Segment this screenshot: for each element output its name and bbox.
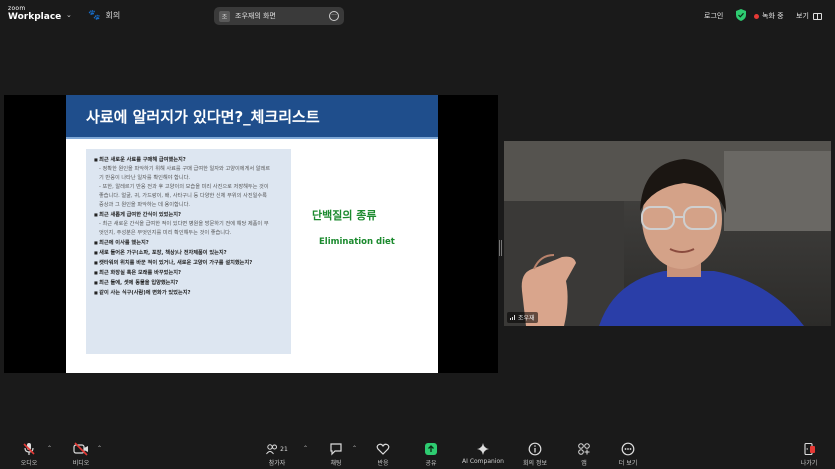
- shared-screen: 사료에 알러지가 있다면?_체크리스트 ■ 최근 새로운 사료를 구매해 급여했…: [4, 95, 498, 373]
- sparkle-icon: [477, 443, 489, 455]
- checklist-item-text: 최근 화장실 혹은 모래를 바꾸었는지?: [99, 270, 181, 276]
- share-label: 공유: [425, 460, 437, 467]
- chevron-down-icon[interactable]: ⌄: [66, 11, 72, 19]
- checklist-item: ■ 캣타워의 위치를 바꾼 적이 있거나, 새로운 고양이 가구를 설치했는지?: [94, 258, 285, 268]
- checklist-item-text: 최근 새롭게 급여한 간식이 있었는지?: [99, 212, 181, 218]
- view-label: 보기: [796, 12, 809, 20]
- checklist-item: ■ 최근 화장실 혹은 모래를 바꾸었는지?: [94, 268, 285, 278]
- meeting-tab-label: 회의: [105, 11, 121, 20]
- view-button[interactable]: 보기: [796, 11, 822, 21]
- login-button[interactable]: 로그인: [704, 11, 723, 21]
- participants-count: 21: [280, 445, 288, 453]
- apps-grid-icon: [578, 443, 590, 455]
- checklist-item: ■ 같이 사는 식구(사람)에 변화가 있었는지?: [94, 288, 285, 298]
- video-off-icon: [73, 442, 88, 456]
- chat-chevron-icon[interactable]: ⌃: [352, 445, 357, 452]
- participant-video-image: [504, 141, 831, 326]
- info-icon: [528, 442, 542, 456]
- microphone-muted-icon: [23, 443, 35, 455]
- checklist-item: 엇인지, 주성분은 무엇인지를 미리 확인해두는 것이 좋습니다.: [99, 230, 232, 236]
- chat-icon: [330, 443, 342, 456]
- record-dot-icon: [754, 13, 759, 19]
- checklist-item-text: 같이 사는 식구(사람)에 변화가 있었는지?: [99, 290, 191, 296]
- protein-types-title: 단백질의 종류: [312, 209, 377, 222]
- screen-share-indicator[interactable]: 조 조우재의 화면 ···: [214, 7, 344, 25]
- share-button[interactable]: 공유: [418, 442, 444, 467]
- checklist-item-text: 최근 새로운 사료를 구매해 급여했는지?: [99, 157, 186, 163]
- audio-options-chevron-icon[interactable]: ⌃: [47, 445, 52, 452]
- checklist-item: 증상과 그 원인을 파악하는 데 용이합니다.: [99, 202, 191, 208]
- people-icon: [266, 444, 278, 455]
- sharer-avatar: 조: [219, 10, 230, 22]
- leave-label: 나가기: [800, 460, 818, 467]
- video-label: 비디오: [72, 460, 90, 467]
- share-title: 조우재의 화면: [235, 12, 276, 20]
- apps-label: 앱: [581, 460, 587, 467]
- more-button[interactable]: 더 보기: [614, 442, 642, 467]
- participants-label: 참가자: [268, 460, 286, 467]
- checklist-item: ■ 최근 들에, 셋에 동물을 입양했는지?: [94, 278, 285, 288]
- share-screen-icon: [425, 443, 437, 455]
- leave-door-icon: [804, 442, 815, 456]
- elimination-diet-label: Elimination diet: [319, 237, 395, 247]
- audio-label: 오디오: [20, 460, 38, 467]
- checklist-box: ■ 최근 새로운 사료를 구매해 급여했는지? - 정확한 원인을 파악하기 위해…: [86, 149, 291, 354]
- recording-label: 녹화 중: [762, 12, 784, 20]
- meeting-info-button[interactable]: 회의 정보: [520, 442, 550, 467]
- chat-button[interactable]: 채팅: [322, 442, 350, 467]
- signal-icon: [510, 315, 515, 320]
- video-button[interactable]: 비디오: [66, 442, 96, 467]
- participants-button[interactable]: 21 참가자: [262, 442, 292, 467]
- video-options-chevron-icon[interactable]: ⌃: [97, 445, 102, 452]
- meeting-tab[interactable]: 🐾 회의: [88, 10, 120, 21]
- recording-indicator[interactable]: 녹화 중: [754, 11, 784, 21]
- reactions-label: 반응: [377, 460, 389, 467]
- meeting-toolbar: 오디오 ⌃ 비디오 ⌃ 21 참가자 ⌃ 채팅 ⌃ 반응 공유 AI Compa…: [0, 437, 835, 469]
- more-dots-icon: [621, 442, 635, 456]
- checklist-item-text: 최근에 이사를 했는지?: [99, 240, 149, 246]
- audio-button[interactable]: 오디오: [14, 442, 44, 467]
- checklist-item: - 또한, 알레르기 반응 전과 후 고양이의 모습을 미리 사진으로 저장해두…: [99, 184, 269, 190]
- meeting-info-label: 회의 정보: [523, 460, 547, 467]
- slide-divider: [66, 137, 438, 139]
- checklist-item: ■ 새로 들어온 가구(소파, 포장, 책상)나 전자제품이 있는지?: [94, 248, 285, 258]
- more-options-icon[interactable]: ···: [329, 11, 339, 21]
- brand-bottom: Workplace: [8, 12, 62, 22]
- participant-name-tag: 조우재: [507, 312, 538, 323]
- participants-icon: 21: [262, 442, 292, 456]
- apps-button[interactable]: 앱: [574, 442, 594, 467]
- top-bar: zoom Workplace ⌄ 🐾 회의 조 조우재의 화면 ··· 로그인 …: [0, 0, 835, 32]
- checklist-item: ■ 최근에 이사를 했는지?: [94, 238, 285, 248]
- checklist-item: 기 반응이 나타난 일자를 확인해야 합니다.: [99, 175, 191, 181]
- layout-icon: [812, 12, 822, 20]
- paw-icon: 🐾: [88, 10, 101, 21]
- checklist-item: - 최근 새로운 간식을 급여한 적이 있다면 병원을 방문하기 전에 해당 제…: [99, 221, 269, 227]
- leave-button[interactable]: 나가기: [795, 442, 823, 467]
- checklist-item: - 정확한 원인을 파악하기 위해 사료를 구매 급여한 일자와 고양이에게서 …: [99, 166, 271, 172]
- heart-icon: [376, 443, 390, 455]
- ai-companion-button[interactable]: AI Companion: [460, 442, 506, 465]
- checklist-item: 좋습니다. 얼굴, 귀, 가드랑이, 배, 사타구니 등 다양한 신체 부위의 …: [99, 193, 267, 199]
- participant-name: 조우재: [518, 315, 535, 322]
- slide-header: 사료에 알러지가 있다면?_체크리스트: [66, 95, 438, 137]
- chat-label: 채팅: [330, 460, 342, 467]
- reactions-button[interactable]: 반응: [370, 442, 396, 467]
- ai-companion-label: AI Companion: [462, 458, 504, 465]
- resize-handle[interactable]: [499, 240, 502, 256]
- zoom-workplace-logo[interactable]: zoom Workplace: [8, 6, 61, 22]
- checklist-item-text: 캣타워의 위치를 바꾼 적이 있거나, 새로운 고양이 가구를 설치했는지?: [99, 260, 253, 266]
- checklist-item: ■ 최근 새롭게 급여한 간식이 있었는지?: [94, 210, 285, 220]
- checklist-item-text: 최근 들에, 셋에 동물을 입양했는지?: [99, 280, 179, 286]
- checklist-item: ■ 최근 새로운 사료를 구매해 급여했는지?: [94, 155, 285, 165]
- slide-title: 사료에 알러지가 있다면?_체크리스트: [86, 107, 320, 126]
- more-label: 더 보기: [618, 460, 638, 467]
- checklist-item-text: 새로 들어온 가구(소파, 포장, 책상)나 전자제품이 있는지?: [99, 250, 227, 256]
- participants-chevron-icon[interactable]: ⌃: [303, 445, 308, 452]
- participant-video[interactable]: 조우재: [504, 141, 831, 326]
- shield-icon[interactable]: [736, 9, 746, 21]
- presentation-slide: 사료에 알러지가 있다면?_체크리스트 ■ 최근 새로운 사료를 구매해 급여했…: [66, 95, 438, 373]
